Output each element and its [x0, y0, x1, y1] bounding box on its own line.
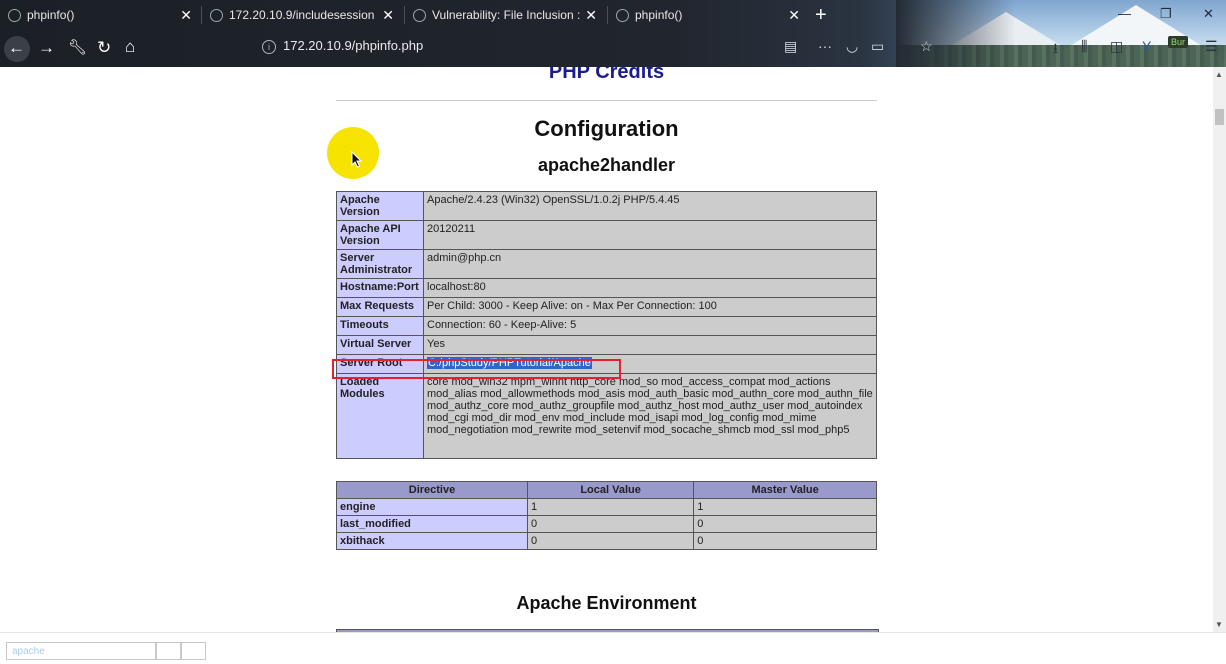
table-row: Apache API Version 20120211	[336, 220, 877, 250]
close-tab-icon[interactable]: ✕	[788, 7, 800, 24]
find-bar: apache	[0, 632, 1226, 664]
restore-icon[interactable]: ❐	[1160, 6, 1172, 22]
page-favicon-icon	[210, 8, 223, 22]
table-row: Virtual Server Yes	[336, 335, 877, 355]
close-tab-icon[interactable]: ✕	[382, 7, 394, 24]
find-previous-button[interactable]	[156, 642, 181, 660]
table-row: Max Requests Per Child: 3000 - Keep Alive…	[336, 297, 877, 317]
tab-phpinfo-2[interactable]: phpinfo() ✕	[608, 0, 808, 30]
page-content: PHP Credits Configuration apache2handler…	[0, 67, 1213, 632]
tab-file-inclusion[interactable]: Vulnerability: File Inclusion : ✕	[405, 0, 605, 30]
configuration-heading: Configuration	[534, 116, 679, 141]
bookmark-star-icon[interactable]: ☆	[920, 38, 933, 55]
info-icon[interactable]: i	[262, 40, 276, 54]
annotation-highlight-box	[332, 359, 621, 379]
table-row: Server Administrator admin@php.cn	[336, 249, 877, 279]
pocket-icon[interactable]: ◡	[846, 38, 858, 55]
tab-phpinfo-1[interactable]: phpinfo() ✕	[0, 0, 200, 30]
tab-includesession[interactable]: 172.20.10.9/includesession.p ✕	[202, 0, 402, 30]
page-favicon-icon	[8, 8, 21, 22]
apache-environment-heading: Apache Environment	[516, 593, 697, 613]
reload-icon[interactable]: ↻	[97, 38, 111, 58]
wrench-icon[interactable]: 🔧︎	[68, 38, 87, 58]
browser-chrome: phpinfo() ✕ 172.20.10.9/includesession.p…	[0, 0, 1226, 67]
back-arrow-icon[interactable]: ←	[8, 38, 25, 58]
php-credits-link[interactable]: PHP Credits	[336, 67, 877, 84]
table-row: last_modified 0 0	[336, 515, 877, 533]
mouse-cursor-icon	[351, 151, 363, 168]
vertical-scrollbar[interactable]: ▲ ▼	[1213, 67, 1226, 632]
minimize-icon[interactable]: —	[1118, 6, 1131, 21]
more-icon[interactable]: ···	[818, 38, 832, 54]
url-bar[interactable]: 172.20.10.9/phpinfo.php	[283, 38, 423, 53]
page-favicon-icon	[413, 8, 426, 22]
menu-icon[interactable]: ☰	[1205, 38, 1218, 55]
table-row: Apache Version Apache/2.4.23 (Win32) Open…	[336, 191, 877, 221]
screenshot-icon[interactable]: ▭	[871, 38, 884, 55]
extension-badge: Bur	[1168, 36, 1189, 48]
extension-icon[interactable]: Y	[1142, 38, 1151, 54]
theme-background	[896, 0, 1226, 67]
scroll-down-icon[interactable]: ▼	[1215, 620, 1223, 629]
find-next-button[interactable]	[181, 642, 206, 660]
forward-arrow-icon[interactable]: →	[38, 38, 55, 58]
download-icon[interactable]: ⭳	[1053, 38, 1058, 62]
library-icon[interactable]: ⫼	[1081, 38, 1087, 55]
home-icon[interactable]: ⌂	[125, 37, 135, 57]
sidebar-icon[interactable]: ◫	[1110, 38, 1123, 55]
table-row: Timeouts Connection: 60 - Keep-Alive: 5	[336, 316, 877, 336]
divider	[336, 100, 877, 101]
new-tab-button[interactable]: +	[815, 4, 827, 27]
find-input[interactable]: apache	[6, 642, 156, 660]
scroll-thumb[interactable]	[1215, 109, 1224, 125]
close-tab-icon[interactable]: ✕	[180, 7, 192, 24]
scroll-up-icon[interactable]: ▲	[1215, 70, 1223, 79]
table-row: Loaded Modules core mod_win32 mpm_winnt h…	[336, 373, 877, 459]
close-tab-icon[interactable]: ✕	[585, 7, 597, 24]
table-header-row: Directive Local Value Master Value	[336, 481, 877, 499]
module-heading: apache2handler	[537, 155, 676, 175]
window-close-icon[interactable]: ✕	[1203, 6, 1214, 22]
table-row: engine 1 1	[336, 498, 877, 516]
directive-table: Directive Local Value Master Value engin…	[336, 481, 877, 550]
reader-icon[interactable]: ▤	[784, 38, 797, 55]
table-row: xbithack 0 0	[336, 532, 877, 550]
table-row: Hostname:Port localhost:80	[336, 278, 877, 298]
page-favicon-icon	[616, 8, 629, 22]
module-info-table: Apache Version Apache/2.4.23 (Win32) Open…	[336, 191, 877, 459]
